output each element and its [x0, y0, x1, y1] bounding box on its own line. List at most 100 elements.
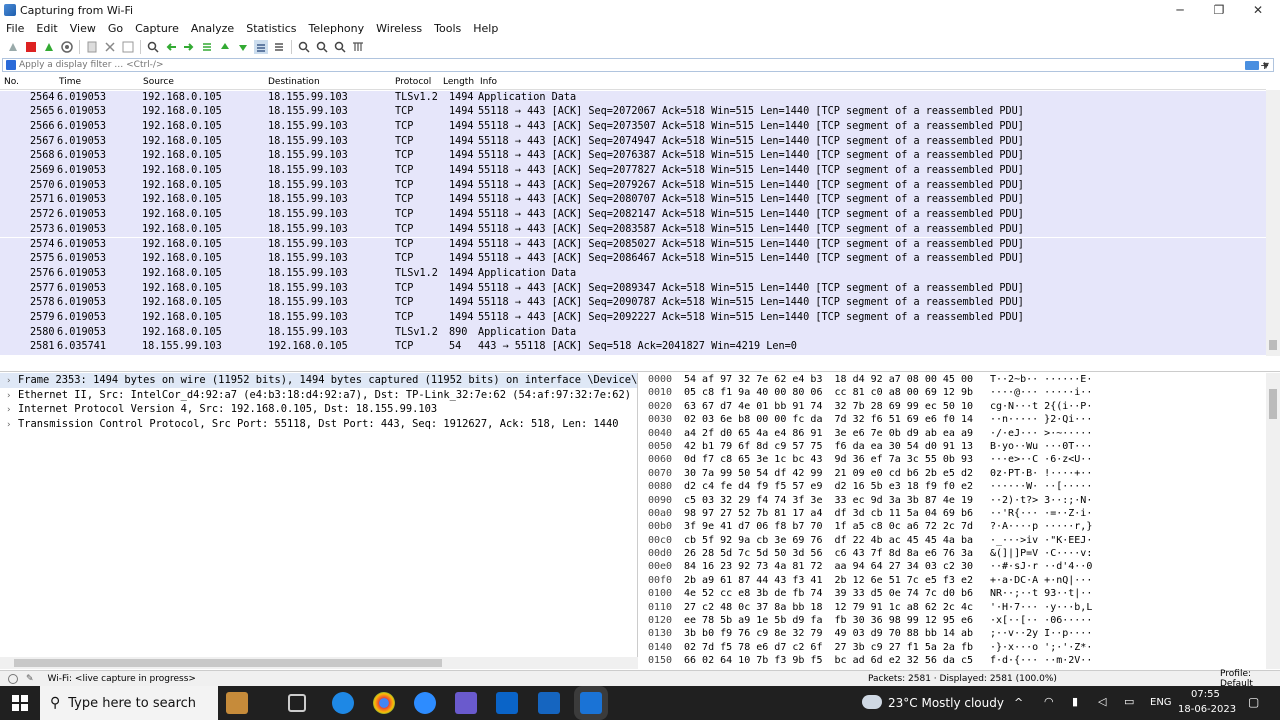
hex-line[interactable]: 00e0 84 16 23 92 73 4a 81 72 aa 94 64 27 … — [642, 560, 1266, 573]
hex-line[interactable]: 0010 05 c8 f1 9a 40 00 80 06 cc 81 c0 a8 … — [642, 386, 1266, 399]
packet-row[interactable]: 2576 6.019053 192.168.0.105 18.155.99.103 TL… — [0, 266, 1266, 282]
stop-capture-icon[interactable] — [24, 40, 38, 54]
column-header-time[interactable]: Time — [59, 77, 81, 87]
menu-wireless[interactable]: Wireless — [370, 22, 428, 35]
go-to-packet-icon[interactable] — [200, 40, 214, 54]
apply-filter-icon[interactable] — [1244, 60, 1259, 70]
bookmark-icon[interactable] — [6, 60, 16, 70]
hex-line[interactable]: 00b0 3f 9e 41 d7 06 f8 b7 70 1f a5 c8 0c … — [642, 520, 1266, 533]
detail-tree-item[interactable]: › Frame 2353: 1494 bytes on wire (11952 b… — [0, 373, 637, 388]
menu-edit[interactable]: Edit — [30, 22, 63, 35]
display-filter-input[interactable] — [19, 59, 1245, 71]
app-a-icon[interactable] — [538, 692, 560, 714]
go-last-icon[interactable] — [236, 40, 250, 54]
packet-row[interactable]: 2574 6.019053 192.168.0.105 18.155.99.103 TC… — [0, 237, 1266, 253]
go-first-icon[interactable] — [218, 40, 232, 54]
windows-start-icon[interactable] — [12, 695, 28, 714]
hex-line[interactable]: 0130 3b b0 f9 76 c9 8e 32 79 49 03 d9 70 … — [642, 627, 1266, 640]
hex-line[interactable]: 0110 27 c2 48 0c 37 8a bb 18 12 79 91 1c … — [642, 601, 1266, 614]
volume-icon[interactable]: ◁ — [1098, 695, 1106, 708]
packet-list-scrollbar[interactable] — [1266, 90, 1280, 356]
chrome-browser-icon[interactable] — [373, 692, 395, 714]
reload-icon[interactable] — [121, 40, 135, 54]
microphone-icon[interactable]: ▮ — [1072, 695, 1078, 708]
hex-line[interactable]: 00f0 2b a9 61 87 44 43 f3 41 2b 12 6e 51 … — [642, 574, 1266, 587]
hex-line[interactable]: 0030 02 03 6e b8 00 00 fc da 7d 32 f6 51 … — [642, 413, 1266, 426]
resize-columns-icon[interactable] — [351, 40, 365, 54]
menu-statistics[interactable]: Statistics — [240, 22, 302, 35]
zoom-out-icon[interactable] — [315, 40, 329, 54]
details-horizontal-scrollbar[interactable] — [0, 657, 638, 669]
start-capture-icon[interactable] — [6, 40, 20, 54]
chevron-right-icon[interactable]: › — [6, 418, 18, 433]
menu-go[interactable]: Go — [102, 22, 129, 35]
hex-line[interactable]: 0090 c5 03 32 29 f4 74 3f 3e 33 ec 9d 3a … — [642, 494, 1266, 507]
weather-icon[interactable] — [862, 695, 882, 709]
packet-row[interactable]: 2578 6.019053 192.168.0.105 18.155.99.103 TC… — [0, 296, 1266, 311]
hex-line[interactable]: 0150 66 02 64 10 7b f3 9b f5 bc ad 6d e2 … — [642, 654, 1266, 667]
colorize-icon[interactable] — [272, 40, 286, 54]
wifi-icon[interactable]: ◠ — [1044, 695, 1054, 708]
packet-row[interactable]: 2575 6.019053 192.168.0.105 18.155.99.103 TC… — [0, 252, 1266, 267]
menu-capture[interactable]: Capture — [129, 22, 185, 35]
menu-file[interactable]: File — [0, 22, 30, 35]
language-indicator[interactable]: ENG — [1150, 697, 1172, 708]
hex-line[interactable]: 0000 54 af 97 32 7e 62 e4 b3 18 d4 92 a7 … — [642, 373, 1266, 386]
go-back-icon[interactable] — [164, 40, 178, 54]
zoom-app-icon[interactable] — [414, 692, 436, 714]
hex-line[interactable]: 00c0 cb 5f 92 9a cb 3e 69 76 df 22 4b ac … — [642, 534, 1266, 547]
detail-tree-item[interactable]: › Internet Protocol Version 4, Src: 192.1… — [0, 402, 637, 417]
packet-row[interactable]: 2566 6.019053 192.168.0.105 18.155.99.103 TC… — [0, 119, 1266, 135]
detail-tree-item[interactable]: › Ethernet II, Src: IntelCor_d4:92:a7 (e4… — [0, 388, 637, 403]
column-header-destination[interactable]: Destination — [268, 77, 320, 87]
packet-row[interactable]: 2579 6.019053 192.168.0.105 18.155.99.103 TC… — [0, 311, 1266, 326]
hex-line[interactable]: 0040 a4 2f d0 65 4a e4 86 91 3e e6 7e 0b … — [642, 427, 1266, 440]
battery-icon[interactable]: ▭ — [1124, 695, 1134, 708]
hex-line[interactable]: 0070 30 7a 99 50 54 df 42 99 21 09 e0 cd … — [642, 467, 1266, 480]
clock-date[interactable]: 18-06-2023 — [1178, 704, 1236, 715]
wireshark-taskbar-icon[interactable] — [580, 692, 602, 714]
packet-row[interactable]: 2567 6.019053 192.168.0.105 18.155.99.103 TC… — [0, 134, 1266, 150]
maximize-button[interactable]: ❐ — [1199, 0, 1239, 20]
taskbar-search-box[interactable]: ⚲ Type here to search — [40, 686, 218, 720]
chevron-right-icon[interactable]: › — [6, 389, 18, 404]
expert-info-icon[interactable] — [8, 673, 18, 684]
task-view-icon[interactable] — [288, 694, 306, 712]
minimize-button[interactable]: ─ — [1160, 0, 1200, 20]
scrollbar-thumb[interactable] — [1269, 340, 1277, 350]
menu-help[interactable]: Help — [467, 22, 504, 35]
restart-capture-icon[interactable] — [42, 40, 56, 54]
outlook-icon[interactable] — [496, 692, 518, 714]
edge-browser-icon[interactable] — [332, 692, 354, 714]
edit-comment-icon[interactable]: ✎ — [26, 674, 34, 684]
hex-line[interactable]: 0100 4e 52 cc e8 3b de fb 74 39 33 d5 0e … — [642, 587, 1266, 600]
find-packet-icon[interactable] — [146, 40, 160, 54]
column-header-info[interactable]: Info — [480, 77, 497, 87]
packet-row[interactable]: 2565 6.019053 192.168.0.105 18.155.99.103 TC… — [0, 105, 1266, 120]
network-tool-icon[interactable] — [455, 692, 477, 714]
pane-splitter[interactable] — [0, 356, 1280, 372]
open-file-icon[interactable] — [85, 40, 99, 54]
autoscroll-icon[interactable] — [254, 40, 268, 54]
hex-line[interactable]: 0120 ee 78 5b a9 1e 5b d9 fa fb 30 36 98 … — [642, 614, 1266, 627]
packet-row[interactable]: 2570 6.019053 192.168.0.105 18.155.99.103 TC… — [0, 178, 1266, 194]
packet-row[interactable]: 2571 6.019053 192.168.0.105 18.155.99.103 TC… — [0, 193, 1266, 209]
hex-line[interactable]: 0050 42 b1 79 6f 8d c9 57 75 f6 da ea 30 … — [642, 440, 1266, 453]
weather-text[interactable]: 23°C Mostly cloudy — [888, 696, 1004, 710]
clock-time[interactable]: 07:55 — [1191, 689, 1220, 700]
packet-row[interactable]: 2564 6.019053 192.168.0.105 18.155.99.103 TL… — [0, 90, 1266, 106]
show-hidden-icons-icon[interactable]: ^ — [1014, 696, 1023, 709]
menu-tools[interactable]: Tools — [428, 22, 467, 35]
column-header-length[interactable]: Length — [443, 77, 474, 87]
menu-telephony[interactable]: Telephony — [303, 22, 371, 35]
close-button[interactable]: ✕ — [1238, 0, 1278, 20]
column-header-source[interactable]: Source — [143, 77, 174, 87]
column-header-protocol[interactable]: Protocol — [395, 77, 431, 87]
add-filter-button[interactable]: + — [1260, 59, 1269, 72]
packet-row[interactable]: 2577 6.019053 192.168.0.105 18.155.99.103 TC… — [0, 281, 1266, 297]
scrollbar-thumb[interactable] — [14, 659, 442, 667]
widgets-icon[interactable] — [226, 692, 248, 714]
menu-analyze[interactable]: Analyze — [185, 22, 240, 35]
normal-size-icon[interactable] — [333, 40, 347, 54]
scrollbar-thumb[interactable] — [1269, 389, 1277, 419]
